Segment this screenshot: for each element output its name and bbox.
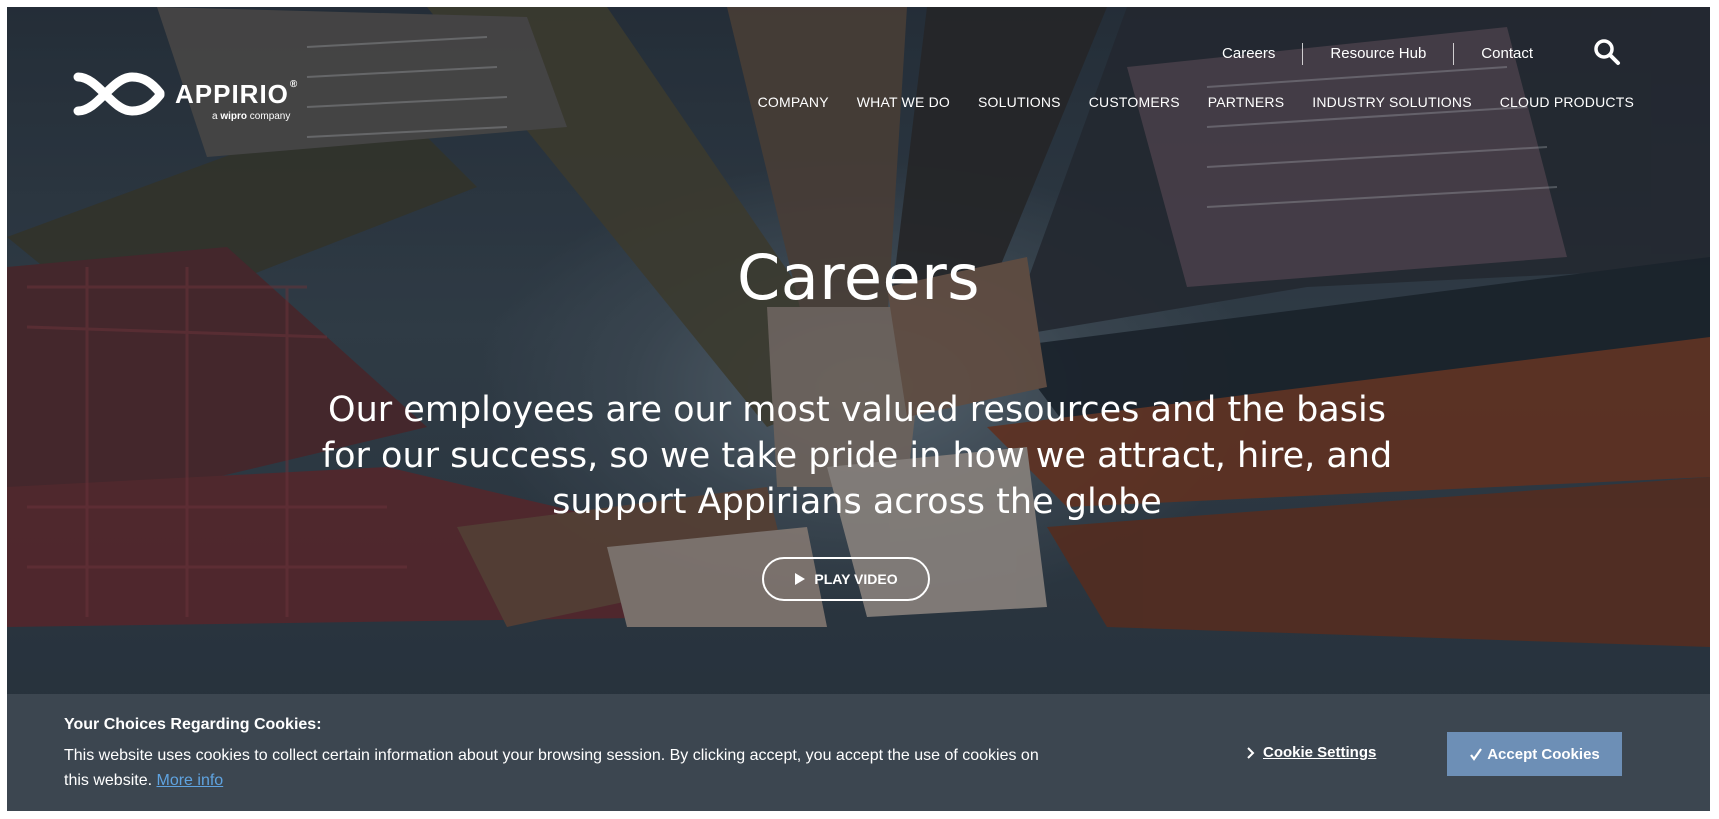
utility-nav: Careers Resource Hub Contact	[1195, 43, 1560, 65]
play-video-button[interactable]: PLAY VIDEO	[762, 557, 930, 601]
logo-wordmark: APPIRIO®	[175, 79, 299, 109]
more-info-link[interactable]: More info	[157, 772, 224, 789]
appirio-logo-mark-icon	[73, 72, 165, 116]
hero-subtitle: Our employees are our most valued resour…	[321, 390, 1393, 522]
main-nav-cloud-products[interactable]: CLOUD PRODUCTS	[1500, 94, 1634, 110]
hero-title: Careers	[737, 241, 980, 314]
chevron-right-icon	[1247, 746, 1255, 759]
cookie-banner-text: This website uses cookies to collect cer…	[64, 743, 1054, 793]
page-frame: APPIRIO® a wipro company Careers Resourc…	[7, 7, 1710, 811]
cookie-settings-label: Cookie Settings	[1263, 744, 1377, 761]
appirio-logo[interactable]: APPIRIO® a wipro company	[72, 69, 297, 124]
cookie-settings-link[interactable]: Cookie Settings	[1247, 744, 1376, 761]
main-nav-solutions[interactable]: SOLUTIONS	[978, 94, 1061, 110]
utility-nav-contact[interactable]: Contact	[1453, 43, 1560, 65]
search-button[interactable]	[1592, 37, 1622, 67]
main-nav-partners[interactable]: PARTNERS	[1208, 94, 1285, 110]
cookie-banner: Your Choices Regarding Cookies: This web…	[7, 694, 1710, 811]
main-nav-customers[interactable]: CUSTOMERS	[1089, 94, 1180, 110]
logo-tagline: a wipro company	[212, 111, 291, 122]
play-video-label: PLAY VIDEO	[814, 571, 898, 587]
main-nav-company[interactable]: COMPANY	[758, 94, 829, 110]
utility-nav-resource-hub[interactable]: Resource Hub	[1302, 43, 1453, 65]
cookie-banner-title: Your Choices Regarding Cookies:	[64, 716, 322, 733]
main-nav: COMPANY WHAT WE DO SOLUTIONS CUSTOMERS P…	[758, 94, 1634, 110]
accept-cookies-button[interactable]: Accept Cookies	[1447, 732, 1622, 776]
main-nav-what-we-do[interactable]: WHAT WE DO	[857, 94, 950, 110]
utility-nav-careers[interactable]: Careers	[1195, 43, 1302, 65]
check-icon	[1470, 748, 1483, 761]
search-icon	[1594, 39, 1620, 65]
accept-cookies-label: Accept Cookies	[1487, 745, 1600, 763]
main-nav-industry-solutions[interactable]: INDUSTRY SOLUTIONS	[1312, 94, 1471, 110]
play-icon	[795, 573, 806, 585]
